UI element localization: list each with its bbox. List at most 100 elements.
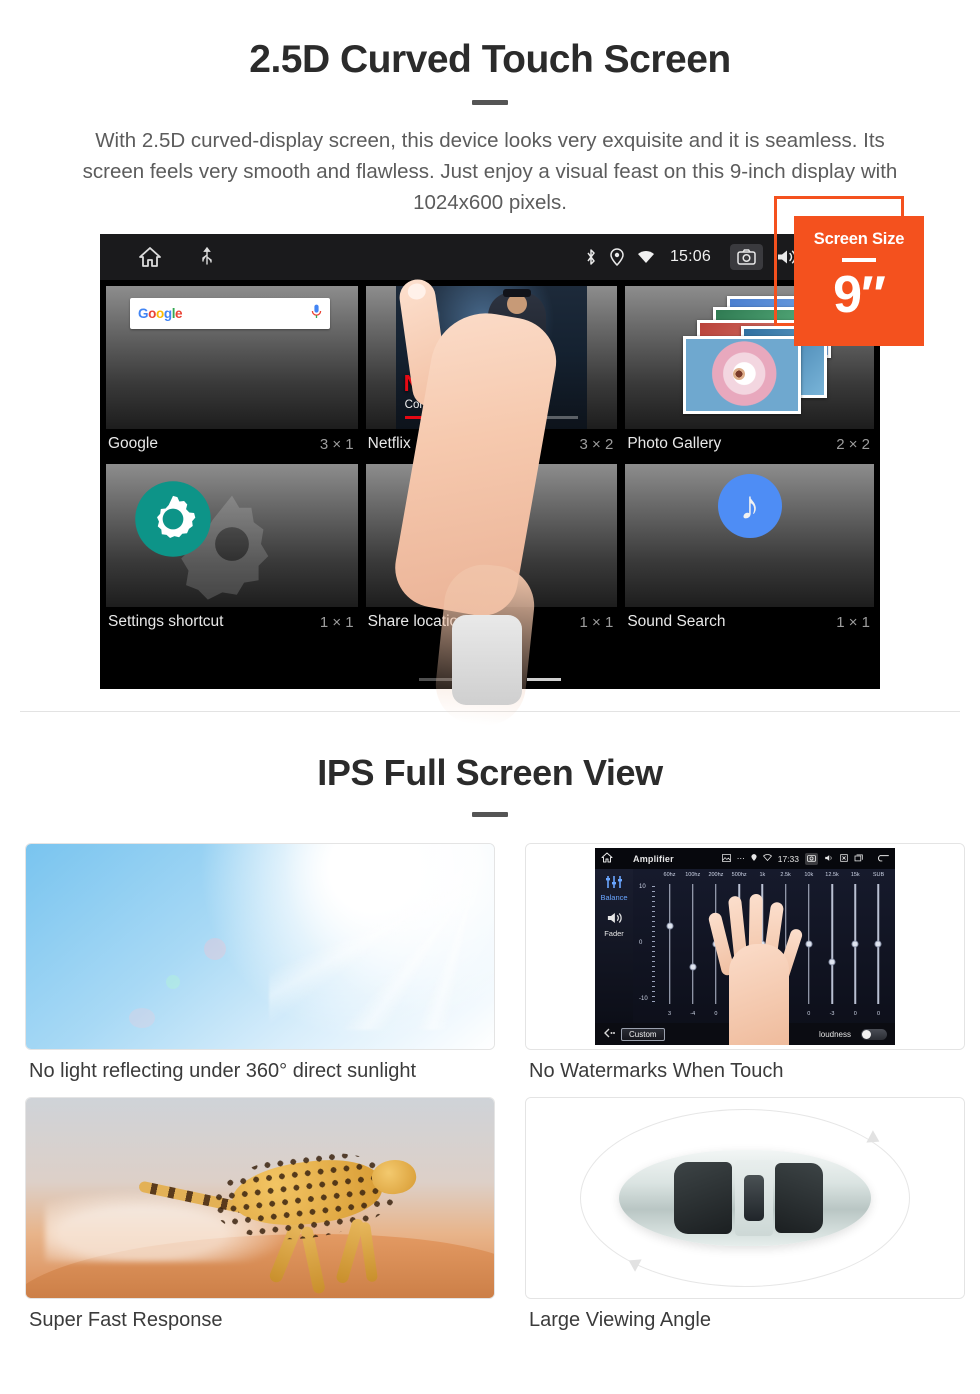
figure-hat (502, 289, 531, 297)
google-logo: Google (138, 306, 183, 321)
camera-icon[interactable] (730, 244, 763, 270)
widget-meta-photo-gallery: Photo Gallery 2 × 2 (625, 429, 874, 457)
wifi-icon (762, 854, 772, 863)
home-icon[interactable] (138, 246, 162, 268)
location-icon (751, 853, 757, 864)
blue-sky-sun-image (26, 844, 494, 1049)
volume-icon[interactable] (824, 854, 834, 864)
status-bar-time: 15:06 (669, 248, 711, 265)
play-icon[interactable] (469, 324, 514, 369)
widget-size: 1 × 1 (579, 613, 614, 631)
eq-slider-1k[interactable] (752, 880, 773, 1012)
page-dot-3-active[interactable] (527, 678, 561, 681)
widget-meta-netflix: Netflix 3 × 2 (366, 429, 618, 457)
widget-netflix[interactable]: NETFLIX Continue Marvel's Daredevil Netf… (365, 286, 618, 457)
sunroof (743, 1174, 764, 1222)
person-pin-icon (453, 511, 481, 538)
sun-rays (269, 860, 494, 1031)
widget-label: Photo Gallery (627, 435, 722, 452)
widget-size: 3 × 1 (319, 435, 354, 453)
music-note-icon[interactable]: ♪ (717, 474, 782, 538)
eq-slider-sub[interactable] (868, 880, 889, 1012)
netflix-progress-bar (404, 416, 579, 419)
eq-slider-12-5k[interactable] (822, 880, 843, 1012)
back-icon[interactable] (876, 854, 889, 864)
car-top-view-image (526, 1098, 964, 1298)
feature-tiles-grid: No light reflecting under 360° direct su… (25, 843, 965, 1332)
widget-meta-settings: Settings shortcut 1 × 1 (106, 607, 358, 635)
page-title: 2.5D Curved Touch Screen (249, 38, 731, 81)
amplifier-body: Balance Fader 60hz 100hz 200hz 500hz 1k … (595, 869, 895, 1045)
eq-slider-500hz[interactable] (729, 880, 750, 1012)
widget-meta-sound-search: Sound Search 1 × 1 (625, 607, 874, 635)
badge-divider (842, 258, 876, 262)
lens-flare (203, 938, 226, 961)
badge-value: 9″ (833, 266, 886, 324)
band-label: 200hz (708, 872, 724, 878)
sidebar-item-balance[interactable]: Balance (595, 875, 633, 902)
scale-label-max: 10 (639, 884, 646, 890)
widget-sound-search[interactable]: ♪ Sound Search 1 × 1 (625, 464, 874, 635)
page-indicator[interactable] (419, 678, 561, 681)
widget-row-1: Google Google 3 × 1 NETFLIX Continue Mar… (106, 286, 874, 457)
sidebar-item-fader[interactable]: Fader (595, 911, 633, 938)
microphone-icon[interactable] (311, 304, 322, 324)
netflix-artwork: NETFLIX Continue Marvel's Daredevil (395, 286, 588, 429)
netflix-widget[interactable]: NETFLIX Continue Marvel's Daredevil (365, 286, 618, 429)
eq-sliders (659, 880, 889, 1012)
prev-preset-icon[interactable] (603, 1028, 615, 1040)
page-dot-1[interactable] (419, 678, 453, 681)
band-label: 12.5k (825, 872, 839, 878)
tile-frame (25, 1097, 495, 1299)
widget-picker-grid: Google Google 3 × 1 NETFLIX Continue Mar… (100, 280, 880, 635)
eq-slider-2-5k[interactable] (775, 880, 796, 1012)
eq-slider-100hz[interactable] (682, 880, 703, 1012)
widget-settings-shortcut[interactable]: Settings shortcut 1 × 1 (106, 464, 358, 635)
close-icon[interactable] (840, 853, 848, 864)
preset-custom-button[interactable]: Custom (621, 1027, 665, 1041)
settings-gear-icon[interactable] (134, 480, 212, 563)
tile-caption: Large Viewing Angle (529, 1309, 711, 1331)
widget-google[interactable]: Google Google 3 × 1 (106, 286, 358, 457)
widget-size: 3 × 2 (579, 435, 614, 453)
frequency-band-labels: 60hz 100hz 200hz 500hz 1k 2.5k 10k 12.5k… (637, 872, 891, 878)
loudness-toggle[interactable] (861, 1028, 887, 1040)
google-maps-widget[interactable]: G (365, 464, 618, 607)
camera-icon[interactable] (805, 852, 818, 865)
eq-slider-60hz[interactable] (659, 880, 680, 1012)
equalizer-panel: 60hz 100hz 200hz 500hz 1k 2.5k 10k 12.5k… (633, 869, 895, 1045)
widget-label: Sound Search (627, 613, 726, 630)
google-search-bar[interactable]: Google (130, 298, 330, 329)
music-note-widget[interactable]: ♪ (625, 464, 874, 607)
eq-slider-15k[interactable] (845, 880, 866, 1012)
equalizer-sliders-area: 10 0 -10 (637, 880, 891, 1010)
google-g-letter: G (460, 478, 481, 505)
recents-icon[interactable] (854, 853, 864, 864)
scale-label-mid: 0 (639, 940, 643, 946)
widget-share-location[interactable]: G Share location 1 × 1 (365, 464, 618, 635)
dots-icon: ⋯ (736, 854, 745, 863)
tile-frame (25, 843, 495, 1050)
screen-size-badge: Screen Size 9″ (774, 196, 924, 346)
usb-icon[interactable] (200, 246, 214, 268)
settings-gear-widget[interactable] (106, 464, 358, 607)
google-search-widget[interactable]: Google (106, 286, 358, 429)
figure-head (506, 294, 527, 314)
amplifier-title: Amplifier (633, 853, 674, 864)
gallery-icon[interactable] (721, 853, 731, 864)
page-dot-2[interactable] (473, 678, 507, 681)
widget-size: 1 × 1 (836, 613, 870, 631)
running-cheetah-image (26, 1098, 494, 1298)
light-streak (433, 311, 438, 364)
amplifier-equalizer-screenshot: Amplifier ⋯ 17:33 Balance Fader 60hz 100… (526, 844, 964, 1049)
eq-slider-200hz[interactable] (705, 880, 726, 1012)
band-label: 500hz (731, 872, 747, 878)
amplifier-sidebar: Balance Fader (595, 869, 633, 1045)
google-maps-icon[interactable]: G (453, 474, 518, 538)
home-icon[interactable] (601, 852, 613, 865)
widget-label: Netflix (367, 435, 411, 452)
eq-slider-10k[interactable] (798, 880, 819, 1012)
wifi-icon (637, 250, 655, 264)
netflix-brand: NETFLIX (403, 370, 495, 396)
title-divider (472, 100, 508, 105)
